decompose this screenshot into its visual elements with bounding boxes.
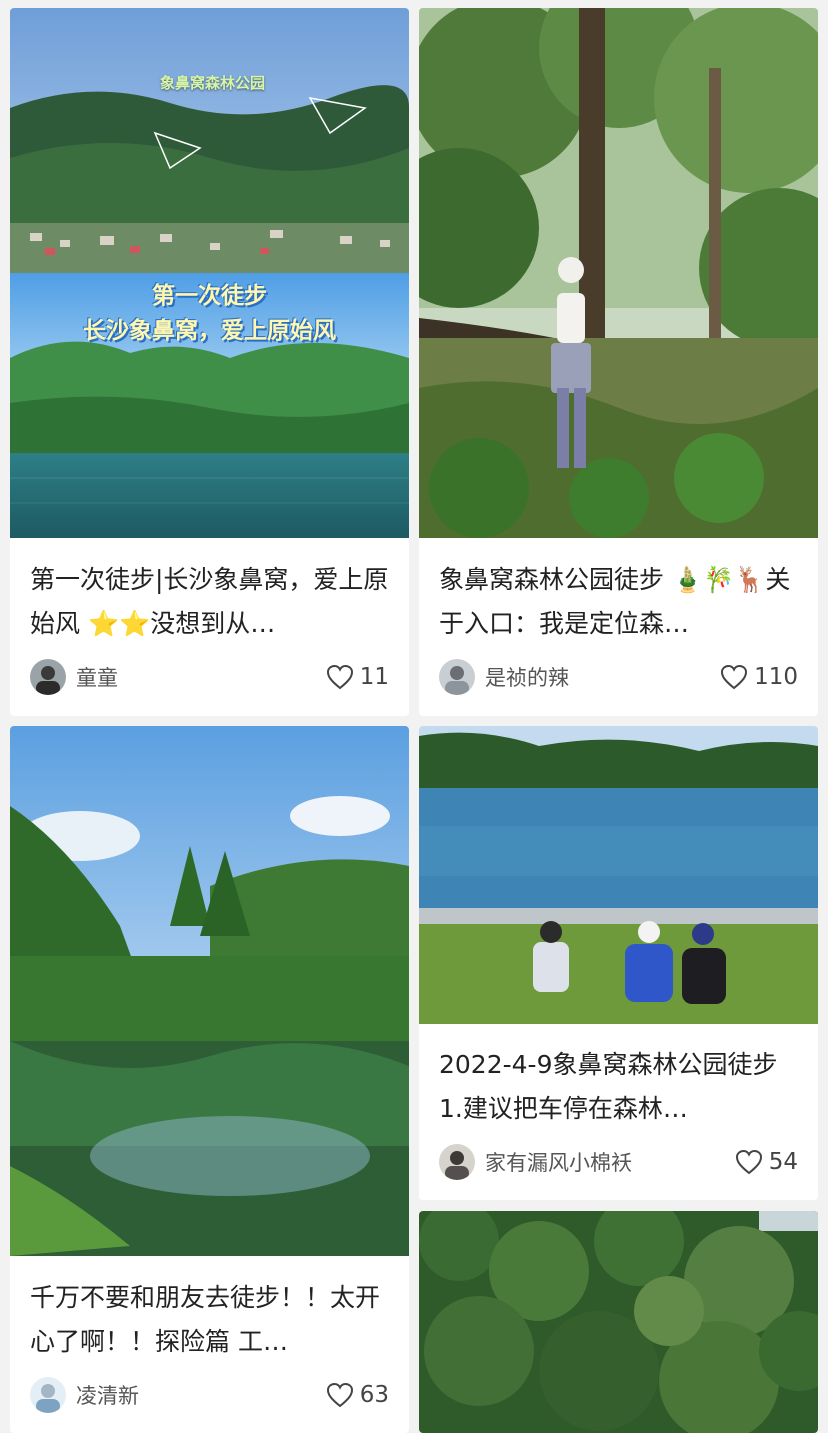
lakeside-photo (419, 726, 818, 1024)
note-meta: 童童 11 (30, 657, 389, 697)
image-location-label: 象鼻窝森林公园 (160, 74, 266, 92)
image-headline-2: 长沙象鼻窝，爱上原始风 (83, 318, 336, 344)
note-card[interactable] (419, 1211, 818, 1433)
like-count: 54 (768, 1149, 798, 1175)
note-card[interactable]: 2022-4-9象鼻窝森林公园徒步 1.建议把车停在森林… 家有漏风小棉袄 54 (419, 726, 818, 1200)
note-cover-image[interactable] (10, 726, 409, 1256)
note-title[interactable]: 象鼻窝森林公园徒步 🎍🎋🦌关于入口：我是定位森… (439, 558, 798, 646)
note-meta: 是祯的辣 110 (439, 657, 798, 697)
lake-photo (10, 726, 409, 1256)
like-count: 11 (359, 664, 389, 690)
author-name[interactable]: 家有漏风小棉袄 (485, 1147, 735, 1177)
avatar[interactable] (30, 659, 66, 695)
like-button[interactable]: 63 (326, 1382, 389, 1408)
note-meta: 凌清新 63 (30, 1375, 389, 1415)
note-cover-image[interactable] (419, 1211, 818, 1433)
note-feed: 象鼻窝森林公园 第一次徒步 长沙象鼻窝，爱上原始风 第一次徒步|长沙象鼻窝，爱上… (0, 0, 828, 1433)
avatar[interactable] (30, 1377, 66, 1413)
note-cover-image[interactable] (419, 8, 818, 538)
like-button[interactable]: 54 (735, 1149, 798, 1175)
avatar[interactable] (439, 1144, 475, 1180)
like-button[interactable]: 110 (720, 664, 798, 690)
image-headline-1: 第一次徒步 (152, 283, 267, 309)
forest-photo (419, 8, 818, 538)
author-name[interactable]: 童童 (76, 662, 326, 692)
note-cover-image[interactable] (419, 726, 818, 1024)
author-name[interactable]: 凌清新 (76, 1380, 326, 1410)
heart-icon (326, 1382, 353, 1408)
author-name[interactable]: 是祯的辣 (485, 662, 720, 692)
heart-icon (721, 664, 748, 690)
like-count: 63 (359, 1382, 389, 1408)
note-card[interactable]: 千万不要和朋友去徒步！！太开心了啊！！探险篇 工… 凌清新 63 (10, 726, 409, 1433)
heart-icon (735, 1149, 762, 1175)
avatar[interactable] (439, 659, 475, 695)
note-meta: 家有漏风小棉袄 54 (439, 1142, 798, 1182)
note-title[interactable]: 2022-4-9象鼻窝森林公园徒步 1.建议把车停在森林… (439, 1043, 798, 1131)
note-card[interactable]: 象鼻窝森林公园 第一次徒步 长沙象鼻窝，爱上原始风 第一次徒步|长沙象鼻窝，爱上… (10, 8, 409, 716)
like-button[interactable]: 11 (326, 664, 389, 690)
forest-canopy-photo (419, 1211, 818, 1433)
note-cover-image[interactable]: 象鼻窝森林公园 第一次徒步 长沙象鼻窝，爱上原始风 (10, 8, 409, 538)
heart-icon (326, 664, 353, 690)
note-title[interactable]: 千万不要和朋友去徒步！！太开心了啊！！探险篇 工… (30, 1276, 389, 1364)
like-count: 110 (754, 664, 798, 690)
note-card[interactable]: 象鼻窝森林公园徒步 🎍🎋🦌关于入口：我是定位森… 是祯的辣 110 (419, 8, 818, 716)
note-title[interactable]: 第一次徒步|长沙象鼻窝，爱上原始风 ⭐⭐没想到从… (30, 558, 389, 646)
